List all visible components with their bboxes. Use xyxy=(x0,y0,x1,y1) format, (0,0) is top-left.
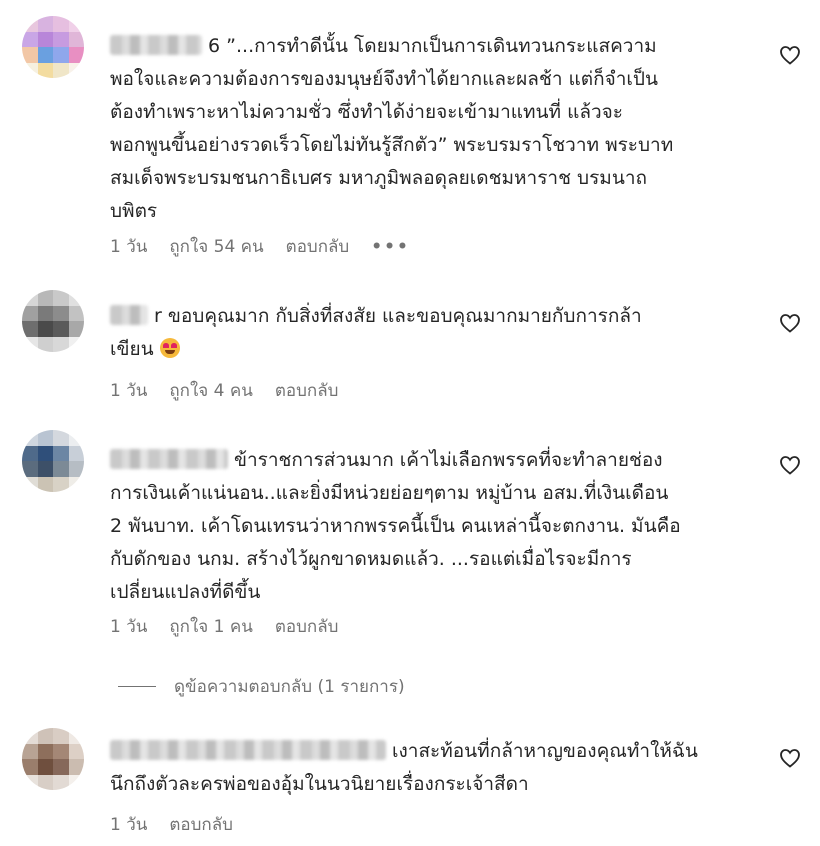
reply-button[interactable]: ตอบกลับ xyxy=(169,811,233,838)
view-replies-button[interactable]: ดูข้อความตอบกลับ (1 รายการ) xyxy=(118,673,405,700)
reply-button[interactable]: ตอบกลับ xyxy=(275,613,339,640)
avatar[interactable] xyxy=(22,16,84,78)
comment-text: ข้าราชการส่วนมาก เค้าไม่เลือกพรรคที่จะทำ… xyxy=(110,444,750,609)
comment-text: r ขอบคุณมาก กับสิ่งที่สงสัย และขอบคุณมาก… xyxy=(110,300,750,366)
comment-time[interactable]: 1 วัน xyxy=(110,613,147,640)
username-suffix[interactable]: r xyxy=(154,305,162,327)
comment-meta: 1 วัน ถูกใจ 4 คน ตอบกลับ xyxy=(110,377,338,404)
view-replies-label[interactable]: ดูข้อความตอบกลับ (1 รายการ) xyxy=(174,673,405,700)
divider-line xyxy=(118,686,156,687)
avatar[interactable] xyxy=(22,290,84,352)
comment-meta: 1 วัน ถูกใจ 54 คน ตอบกลับ ••• xyxy=(110,233,410,260)
avatar[interactable] xyxy=(22,430,84,492)
username-redacted[interactable] xyxy=(110,740,386,760)
heart-outline-icon[interactable] xyxy=(778,453,802,477)
comment-body: ”...การทำดีนั้น โดยมากเป็นการเดินทวนกระแ… xyxy=(110,35,674,222)
comment-body: ข้าราชการส่วนมาก เค้าไม่เลือกพรรคที่จะทำ… xyxy=(110,449,681,603)
heart-outline-icon[interactable] xyxy=(778,43,802,67)
comment-time[interactable]: 1 วัน xyxy=(110,377,147,404)
username-redacted[interactable] xyxy=(110,35,202,55)
username-redacted[interactable] xyxy=(110,305,148,325)
heart-eyes-emoji-icon xyxy=(159,338,180,358)
like-count[interactable]: ถูกใจ 1 คน xyxy=(169,613,252,640)
comment-text: 6 ”...การทำดีนั้น โดยมากเป็นการเดินทวนกร… xyxy=(110,30,750,228)
comment-text: เงาสะท้อนที่กล้าหาญของคุณทำให้ฉัน นึกถึง… xyxy=(110,735,750,801)
like-count[interactable]: ถูกใจ 4 คน xyxy=(169,377,252,404)
comment-meta: 1 วัน ตอบกลับ xyxy=(110,811,233,838)
comment-body: ขอบคุณมาก กับสิ่งที่สงสัย และขอบคุณมากมา… xyxy=(110,305,642,360)
heart-outline-icon[interactable] xyxy=(778,311,802,335)
like-count[interactable]: ถูกใจ 54 คน xyxy=(169,233,263,260)
heart-outline-icon[interactable] xyxy=(778,746,802,770)
reply-button[interactable]: ตอบกลับ xyxy=(286,233,350,260)
reply-button[interactable]: ตอบกลับ xyxy=(275,377,339,404)
username-suffix[interactable]: 6 xyxy=(208,35,220,57)
comment-time[interactable]: 1 วัน xyxy=(110,811,147,838)
avatar[interactable] xyxy=(22,728,84,790)
comment-time[interactable]: 1 วัน xyxy=(110,233,147,260)
username-redacted[interactable] xyxy=(110,449,228,469)
comment-meta: 1 วัน ถูกใจ 1 คน ตอบกลับ xyxy=(110,613,338,640)
more-options-icon[interactable]: ••• xyxy=(371,237,410,257)
